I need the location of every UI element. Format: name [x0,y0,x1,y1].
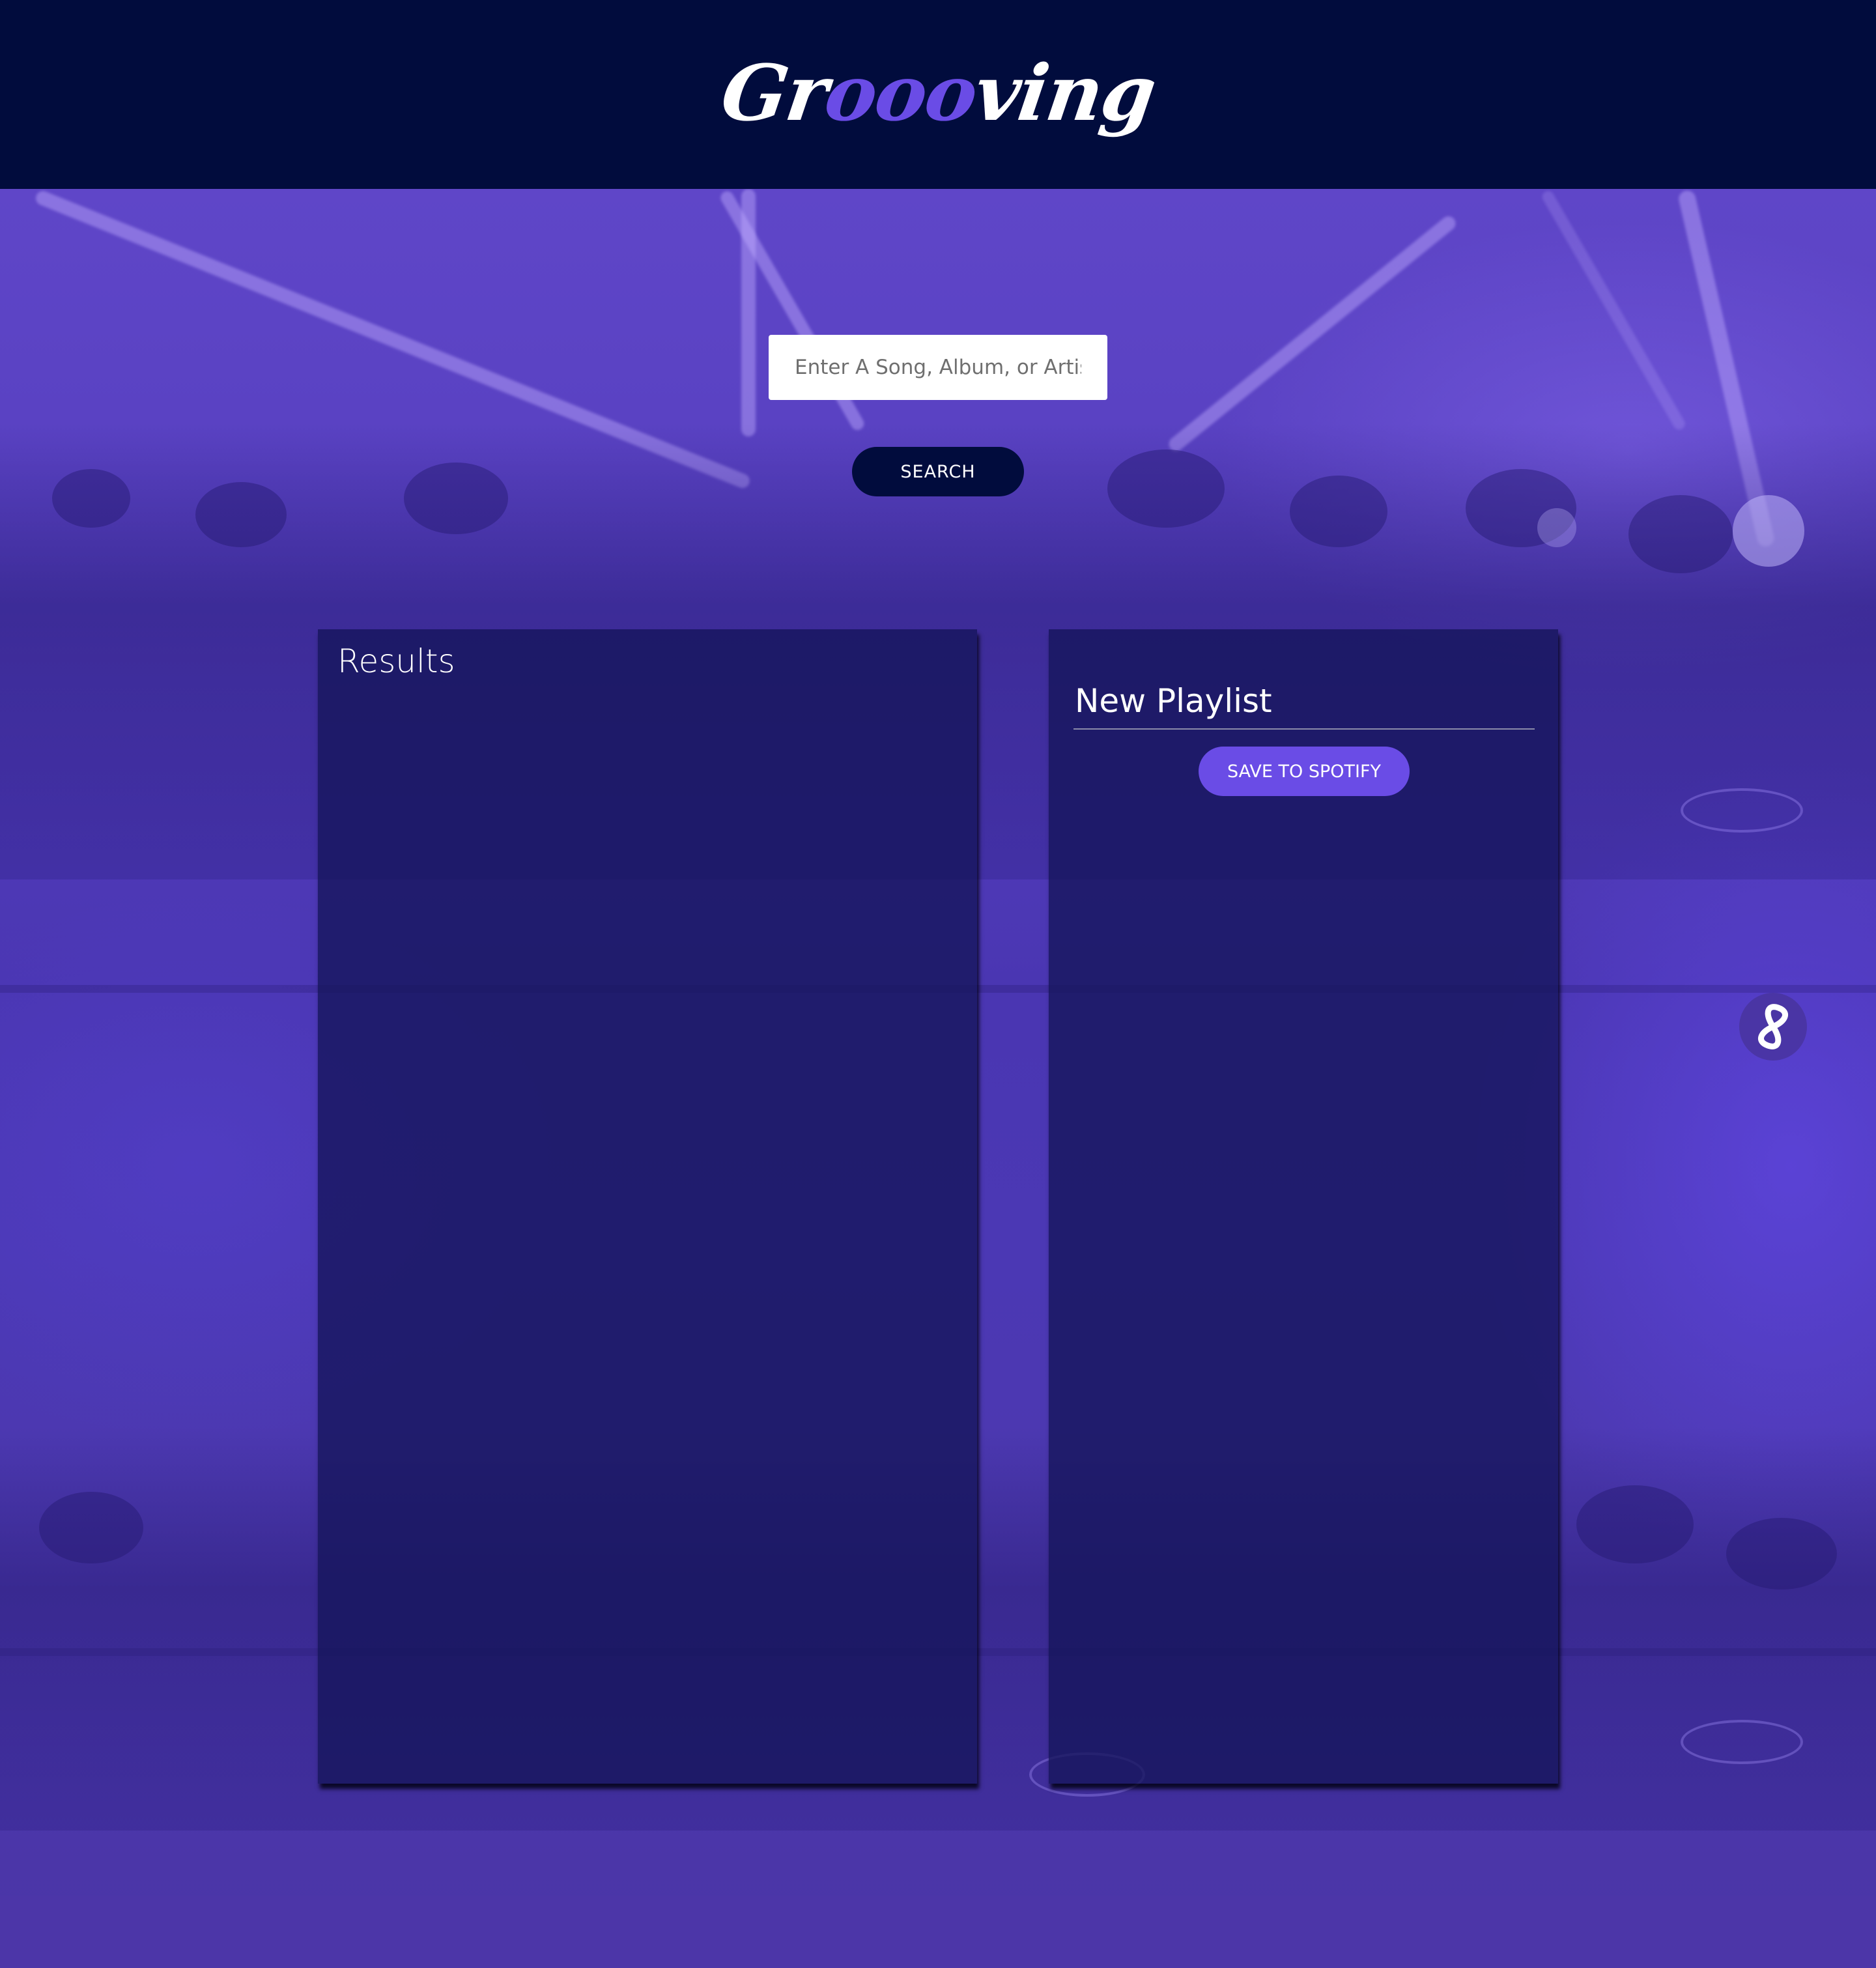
search-button[interactable]: SEARCH [852,447,1024,496]
page-footer-area [0,1896,1876,1968]
dj-deck [1681,1720,1803,1764]
crowd-head [1726,1518,1837,1590]
crowd-head [404,463,508,534]
crowd-head [195,482,287,547]
search-button-label: SEARCH [900,461,976,482]
crowd-head [1576,1485,1694,1563]
floating-action-button[interactable] [1739,993,1807,1061]
header: Groooving [0,0,1876,189]
logo-text-suffix: ving [969,47,1161,138]
crowd-head [52,469,130,528]
search-input[interactable] [769,335,1107,400]
save-button-label: SAVE TO SPOTIFY [1227,761,1381,782]
light-beam [741,189,756,436]
crowd-head [1290,476,1387,547]
results-title: Results [337,642,455,680]
results-panel: Results [318,629,977,1784]
infinity-icon [1758,1004,1788,1049]
logo-text-prefix: Gr [715,47,832,138]
logo-text-accent: ooo [819,47,982,138]
playlist-panel: SAVE TO SPOTIFY [1049,629,1558,1784]
stage-light [1733,495,1804,567]
playlist-name-input[interactable] [1073,674,1535,730]
crowd-head [1107,449,1225,528]
save-to-spotify-button[interactable]: SAVE TO SPOTIFY [1199,747,1410,796]
app-logo: Groooving [716,48,1160,138]
crowd-head [1628,495,1733,573]
stage-light [1537,508,1576,547]
light-beam [1540,189,1687,432]
dj-deck [1681,788,1803,833]
light-beam [1166,213,1459,455]
crowd-head [39,1492,143,1563]
